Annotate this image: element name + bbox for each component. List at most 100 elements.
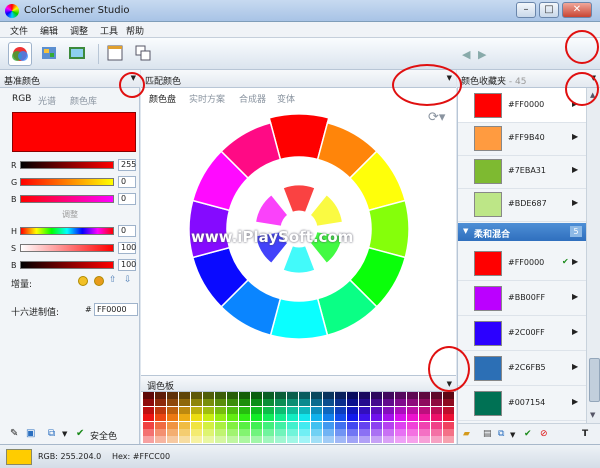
menu-file[interactable]: 文件: [10, 24, 28, 37]
palette-swatch[interactable]: [167, 399, 178, 407]
palette-swatch[interactable]: [167, 436, 178, 444]
palette-swatch[interactable]: [395, 429, 406, 436]
green-slider[interactable]: [20, 178, 114, 186]
palette-swatch[interactable]: [359, 414, 370, 422]
palette-swatch[interactable]: [287, 399, 298, 407]
palette-swatch[interactable]: [251, 392, 262, 399]
palette-swatch[interactable]: [443, 399, 454, 407]
palette-swatch[interactable]: [263, 392, 274, 399]
palette-swatch[interactable]: [299, 392, 310, 399]
palette-swatch[interactable]: [395, 399, 406, 407]
tab-spectrum[interactable]: 光谱: [38, 94, 56, 107]
palette-swatch[interactable]: [359, 436, 370, 444]
color-wheel-view-button[interactable]: [8, 42, 32, 66]
palette-swatch[interactable]: [431, 392, 442, 399]
palette-swatch[interactable]: [431, 406, 442, 414]
copy-dropdown-icon[interactable]: ▼: [62, 430, 67, 438]
palette-swatch[interactable]: [407, 406, 418, 414]
palette-swatch[interactable]: [215, 429, 226, 436]
back-arrow-icon[interactable]: ◀: [462, 48, 470, 61]
group-item[interactable]: #007154 ▶: [458, 386, 586, 421]
palette-swatch[interactable]: [167, 421, 178, 429]
palette-swatch[interactable]: [191, 436, 202, 444]
palette-swatch[interactable]: [359, 429, 370, 436]
palette-swatch[interactable]: [263, 406, 274, 414]
palette-swatch[interactable]: [167, 406, 178, 414]
palette-swatch[interactable]: [419, 429, 430, 436]
palette-swatch[interactable]: [239, 414, 250, 422]
palette-swatch[interactable]: [335, 399, 346, 407]
palette-swatch[interactable]: [227, 429, 238, 436]
palette-swatch[interactable]: [143, 406, 154, 414]
close-button[interactable]: ✕: [562, 2, 592, 18]
save-icon[interactable]: ▣: [26, 428, 35, 439]
palette-swatch[interactable]: [275, 421, 286, 429]
red-value-field[interactable]: 255: [118, 159, 136, 171]
palette-swatch[interactable]: [251, 429, 262, 436]
refresh-icon[interactable]: ⟳▾: [428, 110, 454, 128]
palette-swatch[interactable]: [167, 414, 178, 422]
palette-swatch[interactable]: [347, 406, 358, 414]
palette-swatch[interactable]: [227, 414, 238, 422]
palette-swatch[interactable]: [347, 399, 358, 407]
palette-swatch[interactable]: [395, 436, 406, 444]
palette-swatch[interactable]: [191, 406, 202, 414]
palette-swatch[interactable]: [275, 414, 286, 422]
chevron-right-icon[interactable]: ▶: [572, 165, 578, 174]
palette-swatch[interactable]: [419, 392, 430, 399]
palette-swatch[interactable]: [179, 429, 190, 436]
palette-swatch[interactable]: [443, 429, 454, 436]
palette-swatch[interactable]: [431, 429, 442, 436]
chevron-right-icon[interactable]: ▶: [572, 257, 578, 266]
palette-swatch[interactable]: [335, 414, 346, 422]
hex-input[interactable]: FF0000: [94, 303, 138, 316]
palette-swatch[interactable]: [383, 429, 394, 436]
palette-swatch[interactable]: [155, 436, 166, 444]
group-item[interactable]: #FF0000 ✔ ▶: [458, 246, 586, 281]
copy-dropdown-icon[interactable]: ▼: [510, 431, 515, 439]
palette-swatch[interactable]: [299, 436, 310, 444]
green-value-field[interactable]: 0: [118, 176, 136, 188]
palette-swatch[interactable]: [443, 406, 454, 414]
palette-swatch[interactable]: [311, 429, 322, 436]
palette-swatch[interactable]: [311, 436, 322, 444]
text-tool-icon[interactable]: T: [582, 429, 588, 439]
palette-swatch[interactable]: [347, 436, 358, 444]
palette-swatch[interactable]: [431, 436, 442, 444]
favorites-scrollbar[interactable]: ▲ ▼: [586, 88, 600, 423]
palette-swatch[interactable]: [323, 399, 334, 407]
saturation-value-field[interactable]: 100: [118, 242, 136, 254]
palette-swatch[interactable]: [335, 421, 346, 429]
palette-swatch[interactable]: [203, 436, 214, 444]
palette-swatch[interactable]: [167, 392, 178, 399]
palette-swatch[interactable]: [443, 392, 454, 399]
palette-swatch[interactable]: [443, 421, 454, 429]
palette-swatch[interactable]: [383, 421, 394, 429]
palette-swatch[interactable]: [311, 392, 322, 399]
palette-swatch[interactable]: [419, 406, 430, 414]
palette-swatch[interactable]: [179, 414, 190, 422]
red-slider[interactable]: [20, 161, 114, 169]
palette-swatch[interactable]: [215, 406, 226, 414]
palette-swatch[interactable]: [347, 414, 358, 422]
group-item[interactable]: #2C6FB5 ▶: [458, 351, 586, 386]
palette-swatch[interactable]: [359, 399, 370, 407]
tab-variations[interactable]: 变体: [277, 92, 295, 105]
palette-swatch[interactable]: [203, 429, 214, 436]
palette-swatch[interactable]: [143, 429, 154, 436]
palette-swatch[interactable]: [263, 399, 274, 407]
palette-swatch[interactable]: [155, 414, 166, 422]
palette-view-button[interactable]: [38, 42, 62, 66]
palette-swatch[interactable]: [203, 399, 214, 407]
palette-swatch[interactable]: [275, 399, 286, 407]
palette-swatch[interactable]: [263, 414, 274, 422]
palette-swatch[interactable]: [239, 399, 250, 407]
palette-swatch[interactable]: [275, 392, 286, 399]
increment-up-icon[interactable]: ⇧: [109, 275, 117, 285]
chevron-right-icon[interactable]: ▶: [572, 198, 578, 207]
palette-swatch[interactable]: [407, 429, 418, 436]
palette-swatch[interactable]: [179, 399, 190, 407]
palette-swatch[interactable]: [227, 406, 238, 414]
increment-small-icon[interactable]: [78, 276, 88, 286]
tab-live-schemes[interactable]: 实时方案: [189, 92, 225, 105]
